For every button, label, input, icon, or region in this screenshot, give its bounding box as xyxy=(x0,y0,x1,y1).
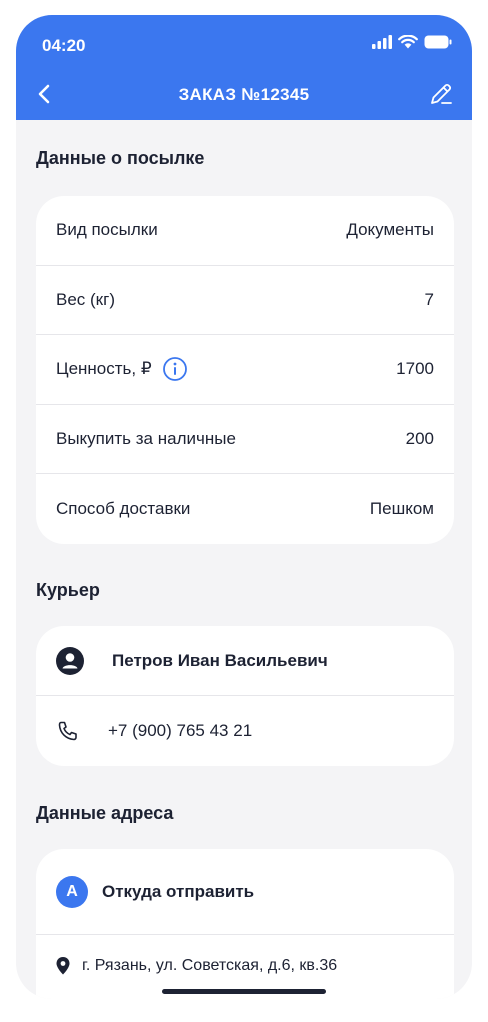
courier-card: Петров Иван Васильевич +7 (900) 765 43 2… xyxy=(36,626,454,766)
address-from-title: Откуда отправить xyxy=(102,881,255,901)
wifi-icon xyxy=(398,35,418,49)
cash-buyout-row: Выкупить за наличные 200 xyxy=(36,405,454,474)
address-from-line[interactable]: г. Рязань, ул. Советская, д.6, кв.36 xyxy=(36,935,454,997)
battery-icon xyxy=(424,35,452,49)
parcel-type-value: Документы xyxy=(346,220,434,240)
delivery-method-value: Пешком xyxy=(369,498,434,518)
address-from-text: г. Рязань, ул. Советская, д.6, кв.36 xyxy=(82,957,338,974)
courier-name-row: Петров Иван Васильевич xyxy=(36,626,454,696)
declared-value-label: Ценность, ₽ xyxy=(56,359,152,379)
cash-buyout-label: Выкупить за наличные xyxy=(56,428,236,448)
location-pin-icon xyxy=(56,957,70,975)
courier-section-title: Курьер xyxy=(36,580,100,600)
delivery-method-row: Способ доставки Пешком xyxy=(36,474,454,544)
signal-icon xyxy=(372,35,392,49)
weight-label: Вес (кг) xyxy=(56,289,115,309)
delivery-method-label: Способ доставки xyxy=(56,498,191,518)
declared-value-row: Ценность, ₽ 1700 xyxy=(36,335,454,405)
person-icon xyxy=(56,646,84,675)
address-point-badge: A xyxy=(56,875,88,908)
address-from-header: A Откуда отправить xyxy=(36,849,454,935)
cash-buyout-value: 200 xyxy=(405,428,434,448)
phone-icon xyxy=(58,721,77,741)
declared-value-label-wrap: Ценность, ₽ xyxy=(56,356,188,382)
parcel-type-label: Вид посылки xyxy=(56,220,158,240)
parcel-section-title: Данные о посылке xyxy=(36,148,205,168)
page-title: ЗАКАЗ №12345 xyxy=(178,85,310,104)
weight-row: Вес (кг) 7 xyxy=(36,266,454,335)
weight-value: 7 xyxy=(424,289,434,309)
status-icons xyxy=(372,35,452,49)
parcel-card: Вид посылки Документы Вес (кг) 7 Ценност… xyxy=(36,196,454,544)
declared-value-value: 1700 xyxy=(396,359,434,379)
info-icon[interactable] xyxy=(162,356,188,382)
edit-pencil-icon[interactable] xyxy=(428,81,454,107)
courier-phone[interactable]: +7 (900) 765 43 21 xyxy=(108,721,252,741)
home-indicator xyxy=(162,989,326,994)
status-time: 04:20 xyxy=(42,36,86,55)
address-card: A Откуда отправить г. Рязань, ул. Советс… xyxy=(36,849,454,999)
courier-phone-row[interactable]: +7 (900) 765 43 21 xyxy=(36,696,454,766)
phone-screen: 04:20 ЗАКАЗ №12345 Данные о посылке Вид … xyxy=(16,15,472,999)
parcel-type-row: Вид посылки Документы xyxy=(36,196,454,266)
app-header: 04:20 ЗАКАЗ №12345 xyxy=(16,15,472,120)
courier-name: Петров Иван Васильевич xyxy=(112,650,328,670)
address-section-title: Данные адреса xyxy=(36,803,174,823)
